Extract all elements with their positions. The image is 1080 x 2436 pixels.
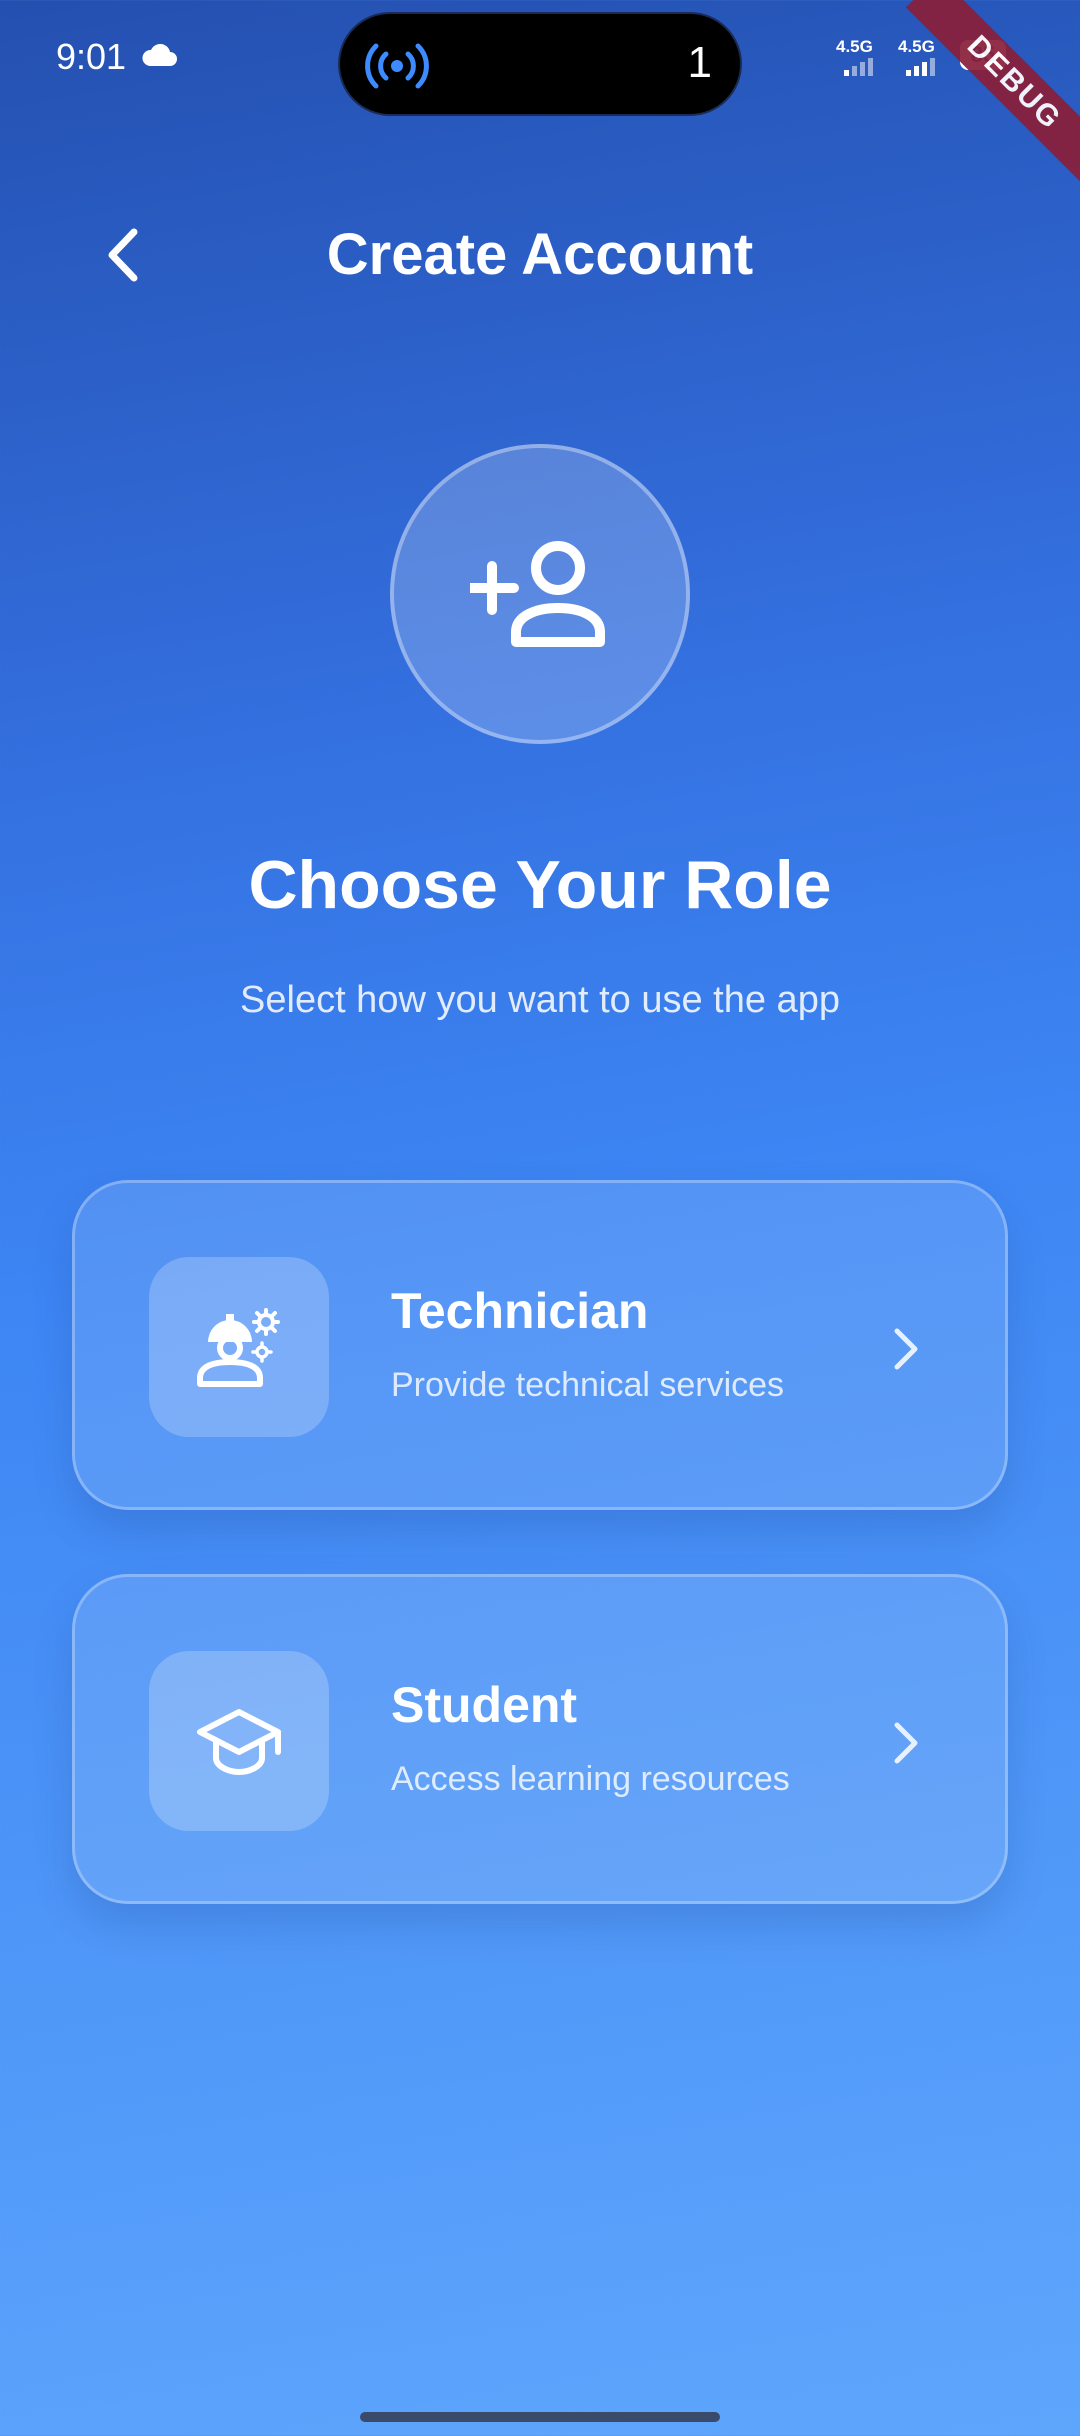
card-description: Provide technical services <box>391 1366 785 1404</box>
card-description: Access learning resources <box>391 1760 790 1798</box>
dynamic-island: 1 <box>338 12 742 116</box>
signal-indicator-2: 4.5G <box>898 38 944 81</box>
role-card-student[interactable]: Student Access learning resources <box>72 1574 1008 1904</box>
person-add-icon <box>470 541 605 647</box>
status-time: 9:01 <box>56 36 127 77</box>
cloud-icon <box>142 44 177 66</box>
chevron-right-icon <box>894 1328 918 1370</box>
card-title: Technician <box>391 1283 649 1339</box>
role-card-technician[interactable]: Technician Provide technical services <box>72 1180 1008 1510</box>
hotspot-icon <box>365 43 429 89</box>
card-icon-box <box>149 1651 329 1831</box>
signal-label-1: 4.5G <box>836 37 873 56</box>
chevron-right-icon <box>894 1722 918 1764</box>
signal-indicator-1: 4.5G <box>836 38 882 81</box>
add-user-avatar <box>390 444 690 744</box>
engineer-icon <box>197 1308 280 1387</box>
page-title: Create Account <box>326 222 754 287</box>
graduation-cap-icon <box>197 1709 281 1775</box>
signal-bars-icon <box>906 58 935 76</box>
app-header: Create Account <box>0 200 1080 310</box>
choose-role-heading: Choose Your Role <box>248 847 832 923</box>
island-count: 1 <box>687 38 712 87</box>
home-indicator[interactable] <box>360 2412 720 2422</box>
choose-role-subtitle: Select how you want to use the app <box>240 979 840 1021</box>
card-title: Student <box>391 1677 578 1733</box>
card-icon-box <box>149 1257 329 1437</box>
signal-label-2: 4.5G <box>898 37 935 56</box>
signal-bars-icon <box>844 58 873 76</box>
